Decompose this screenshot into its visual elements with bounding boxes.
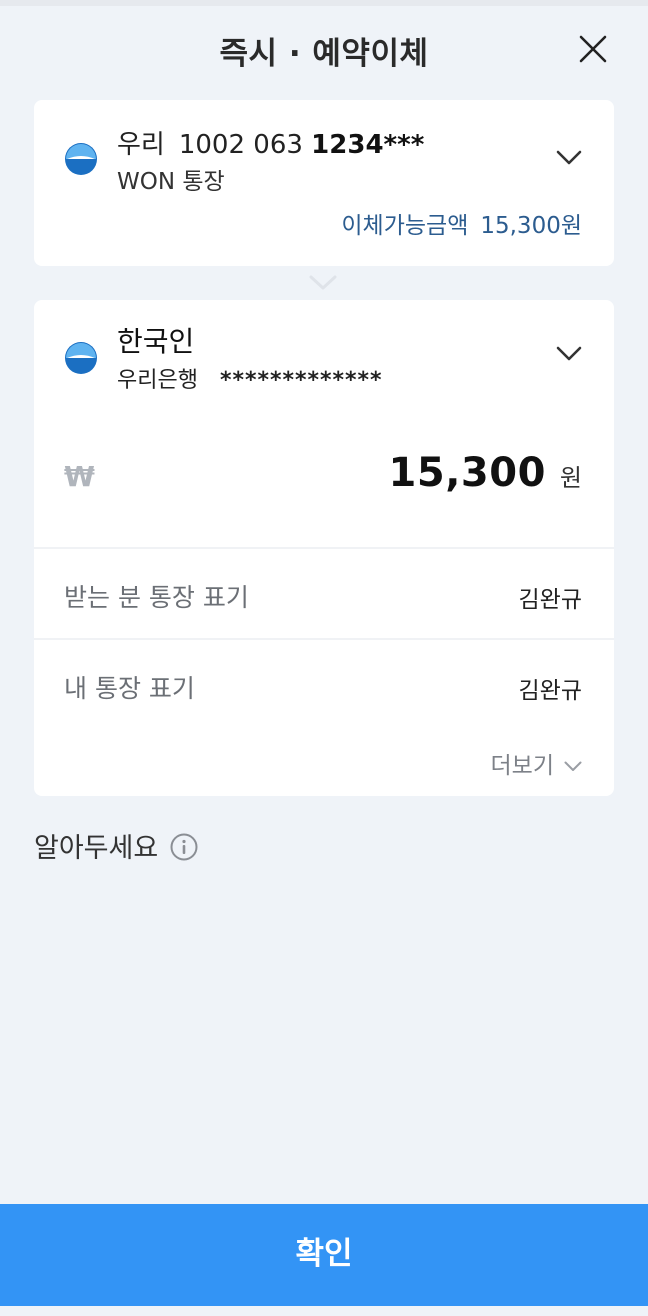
recipient-account: 우리은행 ************* [117,362,383,394]
amount-input[interactable]: 15,300 원 [389,450,582,496]
from-bank-name: 우리 [117,130,165,160]
chevron-down-icon[interactable] [556,150,582,166]
to-account-card: 한국인 우리은행 ************* ₩ 15,300 원 받는 분 통장 … [34,300,614,796]
divider [34,638,614,640]
more-options-button[interactable]: 더보기 [491,746,582,780]
amount-value: 15,300 [388,450,546,496]
recipient-name: 한국인 [117,325,195,358]
close-icon [579,35,607,63]
from-account-type: WON 통장 [117,169,225,195]
chevron-down-icon [564,761,582,771]
transfer-direction-icon [309,275,337,290]
header: 즉시 · 예약이체 [0,22,648,76]
amount-unit: 원 [559,464,582,492]
more-label: 더보기 [490,753,554,779]
recipient-account-number: ************* [219,368,383,393]
from-account-prefix: 1002 063 [178,130,303,160]
receiver-memo-field[interactable]: 김완규 [519,580,582,614]
notice-section: 알아두세요 [34,826,198,865]
status-bar-edge [0,0,648,6]
from-account-card[interactable]: 우리 1002 063 1234*** WON 통장 이체가능금액 15,300원 [34,100,614,266]
page-title: 즉시 · 예약이체 [219,36,429,72]
from-account-number: 우리 1002 063 1234*** [117,124,424,161]
receiver-memo-label: 받는 분 통장 표기 [64,583,249,612]
bottom-edge [0,1306,648,1316]
woori-bank-logo-icon [65,143,97,175]
divider [34,547,614,549]
notice-label: 알아두세요 [34,833,159,864]
confirm-button[interactable]: 확인 [0,1204,648,1306]
from-account-suffix: 1234*** [311,130,425,160]
won-currency-icon: ₩ [64,460,95,493]
chevron-down-icon[interactable] [556,346,582,362]
available-balance: 이체가능금액 15,300원 [341,206,582,240]
available-amount: 15,300원 [480,213,582,239]
my-memo-field[interactable]: 김완규 [519,671,582,705]
my-memo-label: 내 통장 표기 [64,674,195,703]
available-label: 이체가능금액 [341,213,469,239]
close-button[interactable] [576,32,610,66]
woori-bank-logo-icon [65,342,97,374]
info-icon[interactable] [170,833,198,861]
recipient-bank: 우리은행 [117,368,198,393]
